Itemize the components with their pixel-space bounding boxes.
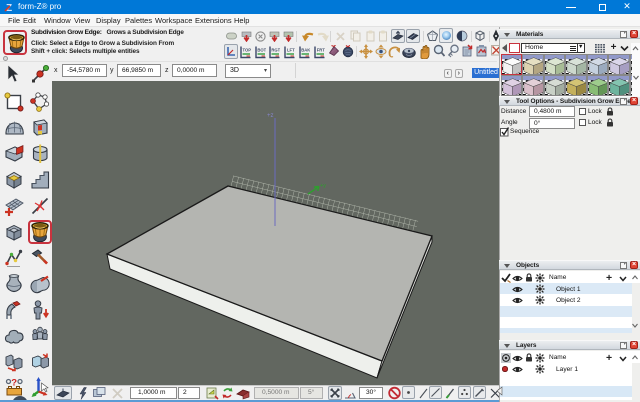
svg-text:TOP: TOP <box>243 48 251 53</box>
svg-text:+z: +z <box>267 113 274 119</box>
svg-text:BAK: BAK <box>301 48 310 53</box>
svg-text:+y: +y <box>320 183 326 189</box>
svg-text:BOT: BOT <box>257 48 266 53</box>
svg-text:?: ? <box>11 378 17 389</box>
svg-text:RGT: RGT <box>272 48 281 53</box>
svg-text:FRT: FRT <box>316 48 324 53</box>
svg-text:LFT: LFT <box>287 48 295 53</box>
